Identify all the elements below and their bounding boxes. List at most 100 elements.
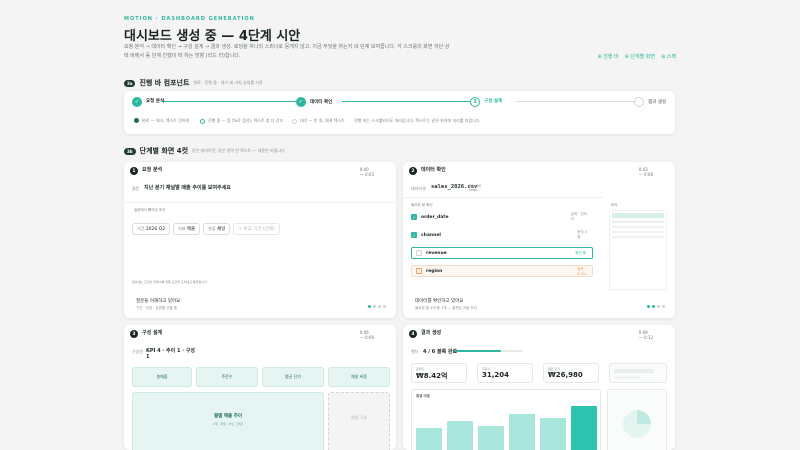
stat-orders: 주문수 31,204: [477, 363, 533, 383]
panel-time: 0:03 — 0:06: [638, 167, 653, 177]
pie-chart-placeholder: [607, 389, 667, 450]
panel-title: 결과 생성: [421, 330, 442, 336]
revenue-bar: [540, 418, 566, 450]
render-progress-bar: [455, 350, 523, 352]
preview-label: 미리: [611, 203, 618, 207]
render-progress-text: 4 / 6 블록 완료: [423, 349, 458, 355]
pending-step-icon: [634, 97, 644, 107]
active-step-icon: 3: [470, 97, 480, 107]
panel-request-analysis: 1 요청 분석 0:00 — 0:03 질문 지난 분기 채널별 매출 추이를 …: [124, 162, 396, 318]
layout-summary: KPI 4 · 추이 1 · 구성 1: [146, 348, 196, 360]
panel-data-check: 2 데이터 확인 0:03 — 0:06 데이터셋 sales_2026.csv…: [403, 162, 675, 318]
check-icon: ✓: [296, 97, 306, 107]
chart-title: 월별 매출: [416, 394, 430, 398]
section-badge: 3b: [124, 147, 136, 155]
step-indicator: [647, 305, 665, 308]
revenue-bar: [416, 428, 442, 450]
bar-area: [416, 402, 598, 450]
side-chart-block[interactable]: 채널 구성: [328, 392, 390, 450]
panel-result: 4 결과 생성 0:09 — 0:12 렌더 4 / 6 블록 완료 총매출 ₩…: [403, 325, 675, 450]
field-revenue[interactable]: revenue 확인 중: [411, 247, 593, 259]
step-number: 3: [130, 330, 138, 338]
stat-avg-price: 평균 단가 ₩26,980: [543, 363, 599, 383]
step-number: 4: [409, 330, 417, 338]
dataset-label: 데이터셋: [411, 186, 426, 191]
step-number: 1: [130, 167, 138, 175]
step-layout-design[interactable]: 3 구성 설계: [470, 97, 504, 107]
pie-icon: [623, 410, 651, 438]
condition-chips: 기간 2026 Q2 지표 매출 분류 채널 + 비교 기간 (선택): [132, 215, 283, 235]
stepper-line-1: [162, 101, 296, 102]
panel-time: 0:09 — 0:12: [638, 330, 653, 340]
fields-label: 필요한 열 확인: [411, 203, 433, 207]
chip-dimension[interactable]: 분류 채널: [203, 223, 231, 235]
step-indicator: [368, 305, 386, 308]
stat-placeholder: [609, 363, 667, 383]
panel-time: 0:06 — 0:09: [359, 330, 374, 340]
section-steps-header: 3b 단계별 화면 4컷 같은 레이아웃, 같은 영역 안 텍스트 — 내용만 …: [124, 146, 285, 156]
page-description: 요청 분석 → 데이터 확인 → 구성 설계 → 결과 생성. 로딩을 하나의 …: [124, 44, 450, 59]
chip-add-comparison[interactable]: + 비교 기간 (선택): [233, 223, 280, 235]
request-text: 지난 분기 채널별 매출 추이를 보여주세요: [144, 185, 231, 191]
divider: [403, 197, 603, 198]
step-request-analysis[interactable]: ✓ 요청 분석: [132, 97, 168, 107]
check-icon: ✓: [132, 97, 142, 107]
panel-time: 0:00 — 0:03: [359, 167, 374, 177]
section-subtitle: 같은 레이아웃, 같은 영역 안 텍스트 — 내용만 바뀝니다: [192, 148, 285, 153]
panel-title: 데이터 확인: [421, 167, 446, 173]
section-title: 단계별 화면 4컷: [139, 147, 189, 155]
extract-label: 질문에서 뽑아낸 조건: [134, 208, 166, 212]
link-spec[interactable]: ⊕ 스펙: [661, 53, 676, 60]
page-title: 대시보드 생성 중 — 4단계 시안: [124, 29, 301, 44]
field-channel[interactable]: ✓ channel 문자 4 종: [411, 229, 593, 241]
check-icon: ✓: [411, 214, 417, 220]
panel-title: 구성 설계: [142, 330, 163, 336]
data-preview: [609, 210, 667, 290]
chip-metric[interactable]: 지표 매출: [173, 223, 201, 235]
active-dot-icon: [200, 118, 205, 124]
panel-status: 질문을 이해하고 있어요 기간 · 지표 · 분류를 추출 중: [136, 299, 181, 310]
stepper-note: 진행 바는 스크롤되어도 따라갑니다. 텍스트는 같은 위치에 자리를 지킵니다…: [354, 118, 481, 123]
stepper-line-2: [342, 101, 470, 102]
step-number: 2: [409, 167, 417, 175]
monthly-revenue-chart: 월별 매출: [411, 389, 601, 450]
revenue-bar: [447, 421, 473, 450]
stat-revenue: 총매출 ₩8.42억: [411, 363, 467, 383]
link-progress-bar[interactable]: ⊕ 진행 바: [597, 53, 618, 60]
field-order-date[interactable]: ✓ order_date 날짜 · 전처 리: [411, 211, 593, 223]
panel-status: 데이터를 확인하고 있어요 필요한 열 4개 중 3개 — 결측은 자동 보간: [415, 299, 477, 310]
panel-title: 요청 분석: [142, 167, 163, 173]
main-chart-block[interactable]: 월별 매출 추이 2개 · 계열 · 라인 그래프: [132, 392, 324, 450]
chip-period[interactable]: 기간 2026 Q2: [132, 223, 171, 235]
stepper-line-3: [516, 101, 634, 102]
render-label: 렌더: [411, 349, 419, 354]
kpi-block-orders[interactable]: 주문수: [196, 367, 258, 387]
section-title: 진행 바 컴포넌트: [139, 79, 190, 87]
kpi-block-avg-price[interactable]: 평균 단가: [262, 367, 324, 387]
legend-done: 완료 — 체크, 텍스트 진하게: [134, 118, 198, 123]
row-count: 12,400 rows: [469, 184, 482, 192]
layout-label: 구성안: [132, 349, 144, 354]
done-dot-icon: [134, 118, 139, 123]
revenue-bar: [509, 414, 535, 450]
pending-dot-icon: [292, 118, 297, 124]
checkbox-icon: [416, 250, 422, 256]
eyebrow: MOTION · DASHBOARD GENERATION: [124, 16, 255, 22]
top-links: ⊕ 진행 바 ⊕ 단계별 화면 ⊕ 스펙: [597, 53, 676, 60]
field-region[interactable]: ! region 결측 3.4%: [411, 265, 593, 277]
divider: [124, 202, 396, 203]
request-label: 질문: [132, 186, 140, 191]
revenue-bar: [478, 426, 504, 450]
kpi-block-revenue[interactable]: 총매출: [132, 367, 192, 387]
link-step-screens[interactable]: ⊕ 단계별 화면: [625, 53, 655, 60]
kpi-block-channel-share[interactable]: 채널 비중: [328, 367, 390, 387]
step-data-check[interactable]: ✓ 데이터 확인: [296, 97, 338, 107]
render-progress-fill: [455, 350, 501, 352]
legend-active: 진행 중 — 링 (%로 점선), 텍스트 청 다 강조: [200, 118, 283, 124]
hint-text: 뽑아내는 조건이 많을수록 위쪽 조건을 드러내고 통제합니다.: [132, 280, 208, 284]
step-result[interactable]: 결과 생성: [634, 97, 666, 107]
check-icon: ✓: [411, 232, 417, 238]
section-badge: 3a: [124, 79, 136, 87]
progress-stepper: ✓ 요청 분석 ✓ 데이터 확인 3 구성 설계 결과 생성 완료 — 체크, …: [124, 91, 675, 134]
warning-icon: !: [416, 268, 422, 274]
